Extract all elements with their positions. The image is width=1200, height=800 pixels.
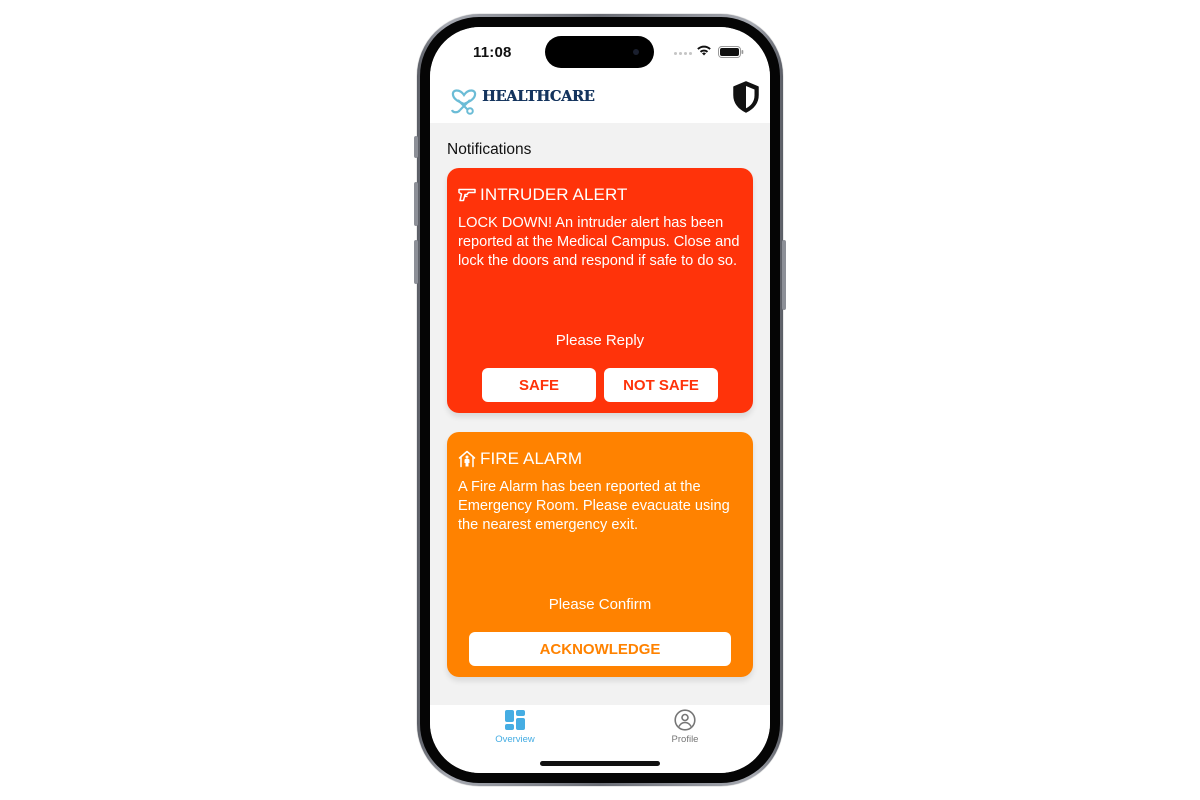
house-person-icon: [458, 450, 476, 468]
not-safe-button[interactable]: NOT SAFE: [604, 368, 718, 402]
intruder-alert-card: INTRUDER ALERT LOCK DOWN! An intruder al…: [447, 168, 753, 413]
action-button: [414, 136, 418, 158]
dashboard-icon: [505, 710, 525, 730]
tab-bar: Overview Profile: [430, 705, 770, 773]
home-indicator[interactable]: [540, 761, 660, 766]
tab-label: Profile: [671, 734, 699, 745]
shield-icon: [733, 81, 759, 113]
camera-icon: [633, 49, 639, 55]
card-title: FIRE ALARM: [480, 449, 583, 468]
fire-alarm-card: FIRE ALARM A Fire Alarm has been reporte…: [447, 432, 753, 677]
acknowledge-button[interactable]: ACKNOWLEDGE: [469, 632, 731, 666]
status-time: 11:08: [473, 44, 512, 61]
battery-icon: [718, 46, 744, 58]
tab-profile[interactable]: Profile: [635, 709, 735, 753]
status-bar: 11:08: [430, 27, 770, 79]
gun-icon: [458, 188, 476, 202]
section-title: Notifications: [447, 141, 532, 158]
app-header: HEALTHCARE: [430, 79, 770, 123]
card-header: INTRUDER ALERT: [458, 185, 628, 205]
power-button: [782, 240, 786, 310]
card-header: FIRE ALARM: [458, 449, 582, 469]
card-prompt: Please Confirm: [548, 596, 652, 613]
wifi-icon: [697, 45, 711, 56]
card-message: LOCK DOWN! An intruder alert has been re…: [458, 215, 740, 269]
cellular-signal-icon: [674, 52, 692, 55]
dynamic-island: [545, 36, 654, 68]
volume-down-button: [414, 240, 418, 284]
safe-button[interactable]: SAFE: [482, 368, 596, 402]
tab-label: Overview: [495, 734, 535, 745]
app-logo-text: HEALTHCARE: [482, 88, 595, 105]
card-prompt: Please Reply: [555, 332, 645, 349]
security-button[interactable]: [730, 79, 764, 115]
heart-stethoscope-icon: [450, 89, 477, 115]
card-message: A Fire Alarm has been reported at the Em…: [458, 479, 730, 533]
tab-overview[interactable]: Overview: [465, 709, 565, 753]
volume-up-button: [414, 182, 418, 226]
user-circle-icon: [674, 709, 696, 731]
card-title: INTRUDER ALERT: [480, 185, 628, 204]
content-area: Notifications INTRUDER ALERT LOCK DOWN! …: [430, 123, 770, 705]
phone-screen: 11:08 HEALTHCARE Notifications INTRUDER …: [430, 27, 770, 773]
